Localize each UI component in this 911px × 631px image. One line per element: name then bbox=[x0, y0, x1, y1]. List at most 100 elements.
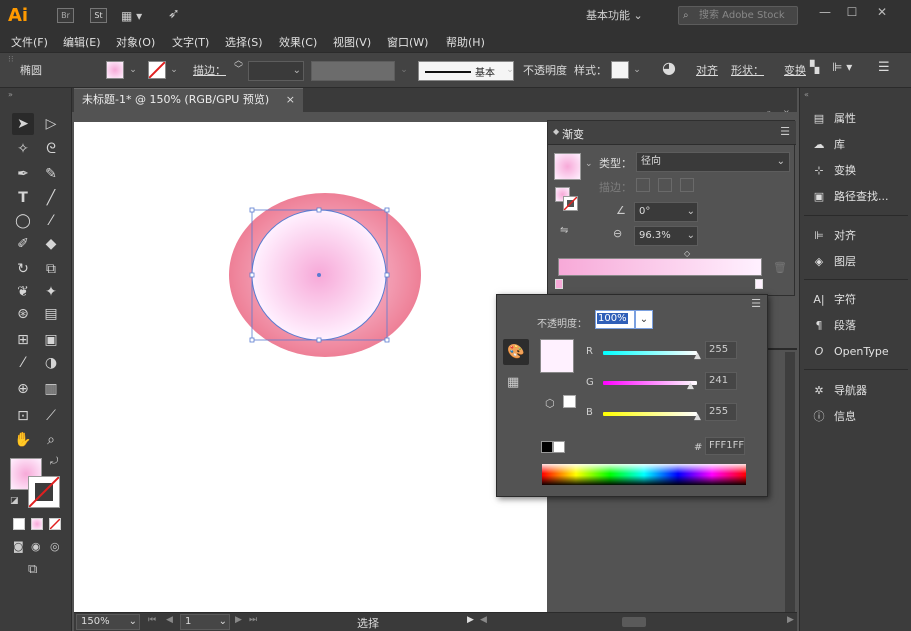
brush-dropdown-icon[interactable]: ⌄ bbox=[503, 60, 517, 80]
graphic-style-swatch[interactable] bbox=[611, 61, 629, 79]
gradient-panel-menu-icon[interactable]: ☰ bbox=[780, 125, 790, 138]
zoom-level-select[interactable]: 150% ⌄ bbox=[76, 614, 140, 630]
stroke-label[interactable]: 描边： bbox=[193, 62, 226, 78]
close-window-button[interactable]: ✕ bbox=[870, 4, 894, 20]
color-mode-icon[interactable] bbox=[13, 518, 25, 530]
arrange-documents-icon[interactable]: ▦ ▾ bbox=[121, 9, 151, 23]
transform-link[interactable]: 变换 bbox=[784, 62, 806, 78]
dock-paragraph[interactable]: ¶ 段落 bbox=[810, 315, 910, 337]
dock-pathfinder[interactable]: ▣ 路径查找... bbox=[810, 186, 910, 208]
selection-tool-icon[interactable]: ➤ bbox=[12, 113, 34, 135]
color-panel-menu-icon[interactable]: ☰ bbox=[751, 297, 761, 310]
gradient-slider-bar[interactable] bbox=[558, 258, 762, 276]
green-value-input[interactable]: 241 bbox=[705, 372, 737, 390]
current-color-swatch[interactable] bbox=[540, 339, 574, 373]
midpoint-diamond-icon[interactable]: ◇ bbox=[684, 249, 690, 258]
opacity-input[interactable]: 100% bbox=[595, 310, 635, 329]
reverse-gradient-icon[interactable]: ⇋ bbox=[560, 225, 568, 236]
swap-fill-stroke-icon[interactable]: ⤾ bbox=[50, 456, 58, 467]
align-link[interactable]: 对齐 bbox=[696, 62, 718, 78]
direct-selection-tool-icon[interactable]: ▷ bbox=[40, 113, 62, 135]
red-slider[interactable] bbox=[603, 351, 697, 355]
magic-wand-tool-icon[interactable]: ✧ bbox=[12, 138, 34, 160]
black-swatch[interactable] bbox=[541, 441, 553, 453]
collapse-toolbar-icon[interactable]: » bbox=[8, 90, 13, 99]
maximize-button[interactable]: ☐ bbox=[840, 4, 864, 20]
color-spectrum-bar[interactable] bbox=[542, 464, 746, 485]
stroke-weight-stepper[interactable]: ︿ ﹀ bbox=[234, 57, 243, 75]
scale-tool-icon[interactable]: ⧉ bbox=[40, 258, 62, 280]
column-graph-tool-icon[interactable]: ▥ bbox=[40, 378, 62, 400]
line-segment-tool-icon[interactable]: ╱ bbox=[40, 187, 62, 209]
previous-artboard-icon[interactable]: ◀ bbox=[166, 615, 173, 625]
transform-reference-icon[interactable]: ▚ bbox=[810, 60, 819, 74]
stroke-dropdown-icon[interactable]: ⌄ bbox=[167, 60, 181, 80]
expand-dock-icon[interactable]: « bbox=[804, 90, 809, 99]
gradient-stroke-swatch[interactable] bbox=[563, 196, 578, 211]
fill-dropdown-icon[interactable]: ⌄ bbox=[126, 60, 140, 80]
menu-help[interactable]: 帮助(H) bbox=[446, 34, 485, 50]
white-swatch[interactable] bbox=[553, 441, 565, 453]
rotate-tool-icon[interactable]: ↻ bbox=[12, 258, 34, 280]
draw-inside-icon[interactable]: ◎ bbox=[50, 540, 60, 553]
artboard-tool-icon[interactable]: ⊡ bbox=[12, 405, 34, 427]
symbol-sprayer-tool-icon[interactable]: ⊕ bbox=[12, 378, 34, 400]
artboard-number-select[interactable]: 1 ⌄ bbox=[180, 614, 230, 630]
profile-dropdown-icon[interactable]: ⌄ bbox=[397, 60, 411, 80]
stroke-swatch[interactable] bbox=[148, 61, 166, 79]
menu-type[interactable]: 文字(T) bbox=[172, 34, 209, 50]
minimize-button[interactable]: — bbox=[813, 4, 837, 20]
stock-search-input[interactable]: ⌕ 搜索 Adobe Stock bbox=[678, 6, 798, 25]
gpu-performance-icon[interactable]: ➶ bbox=[168, 6, 180, 22]
stock-button[interactable]: St bbox=[90, 8, 107, 23]
green-slider-thumb[interactable]: ▲ bbox=[687, 381, 694, 391]
scroll-left-icon[interactable]: ◀ bbox=[480, 615, 487, 625]
dock-navigator[interactable]: ✲ 导航器 bbox=[810, 380, 910, 402]
mesh-tool-icon[interactable]: ⊞ bbox=[12, 329, 34, 351]
menu-object[interactable]: 对象(O) bbox=[116, 34, 155, 50]
horizontal-scrollbar-thumb[interactable] bbox=[622, 617, 646, 627]
ellipse-tool-icon[interactable]: ◯ bbox=[12, 210, 34, 232]
menu-effect[interactable]: 效果(C) bbox=[279, 34, 317, 50]
shaper-tool-icon[interactable]: ✐ bbox=[12, 233, 34, 255]
gradient-tool-icon[interactable]: ▣ bbox=[40, 329, 62, 351]
recolor-artwork-icon[interactable]: ◕ bbox=[662, 58, 676, 77]
menu-edit[interactable]: 编辑(E) bbox=[63, 34, 101, 50]
gradient-preset-dropdown-icon[interactable]: ⌄ bbox=[585, 159, 593, 169]
red-slider-thumb[interactable]: ▲ bbox=[694, 351, 701, 361]
dock-info[interactable]: ⓘ 信息 bbox=[810, 406, 910, 428]
swatches-tab-icon[interactable]: ▦ bbox=[507, 375, 519, 390]
dock-transform[interactable]: ⊹ 变换 bbox=[810, 160, 910, 182]
menu-select[interactable]: 选择(S) bbox=[225, 34, 263, 50]
hand-tool-icon[interactable]: ✋ bbox=[12, 429, 34, 451]
next-artboard-icon[interactable]: ▶ bbox=[235, 615, 242, 625]
blue-value-input[interactable]: 255 bbox=[705, 403, 737, 421]
gradient-type-select[interactable]: 径向 ⌄ bbox=[636, 152, 790, 172]
panel-toggle-icon[interactable]: ◆ bbox=[553, 127, 559, 136]
dock-align[interactable]: ⊫ 对齐 bbox=[810, 225, 910, 247]
first-artboard-icon[interactable]: ⏮ bbox=[148, 615, 156, 625]
green-slider[interactable] bbox=[603, 381, 697, 385]
control-panel-menu-icon[interactable]: ☰ bbox=[878, 60, 890, 75]
style-dropdown-icon[interactable]: ⌄ bbox=[630, 60, 644, 80]
blend-tool-icon[interactable]: ◑ bbox=[40, 352, 62, 374]
fill-swatch[interactable] bbox=[106, 61, 124, 79]
draw-behind-icon[interactable]: ◉ bbox=[31, 540, 41, 553]
menu-window[interactable]: 窗口(W) bbox=[387, 34, 428, 50]
stroke-color-box[interactable] bbox=[28, 476, 60, 508]
delete-stop-icon[interactable]: 🗑 bbox=[773, 261, 787, 274]
menu-view[interactable]: 视图(V) bbox=[333, 34, 371, 50]
perspective-grid-tool-icon[interactable]: ▤ bbox=[40, 303, 62, 325]
blue-slider-thumb[interactable]: ▲ bbox=[694, 412, 701, 422]
none-mode-icon[interactable] bbox=[49, 518, 61, 530]
shape-builder-tool-icon[interactable]: ⊛ bbox=[12, 303, 34, 325]
screen-mode-icon[interactable]: ⧉ bbox=[28, 562, 37, 577]
shape-link[interactable]: 形状： bbox=[731, 62, 764, 78]
zoom-tool-icon[interactable]: ⌕ bbox=[40, 429, 62, 451]
bridge-button[interactable]: Br bbox=[57, 8, 74, 23]
warp-tool-icon[interactable]: ❦ bbox=[12, 281, 34, 303]
eraser-tool-icon[interactable]: ◆ bbox=[40, 233, 62, 255]
document-tab[interactable]: 未标题-1* @ 150% (RGB/GPU 预览) × bbox=[74, 88, 303, 112]
eyedropper-tool-icon[interactable]: ⁄ bbox=[12, 352, 34, 374]
scroll-right-icon[interactable]: ▶ bbox=[787, 615, 794, 625]
